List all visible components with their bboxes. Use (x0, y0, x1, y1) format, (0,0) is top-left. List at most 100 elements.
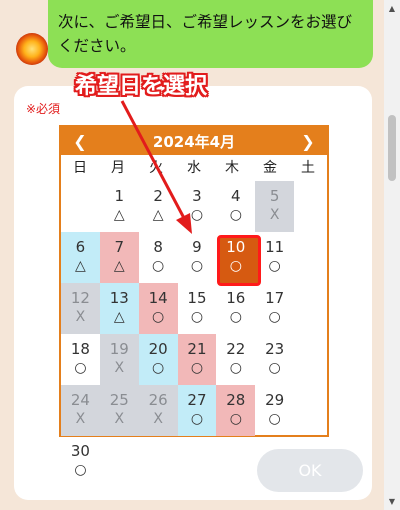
day-cell[interactable]: 17 ○ (255, 283, 294, 334)
date-picker-card: ※必須 ❮ 2024年4月 ❯ 日月火水木金土 1 △ 2 △ 3 ○ 4 ○ 5 X 6 △ 7 △ 8 ○… (14, 86, 372, 500)
availability-mark: △ (113, 258, 125, 274)
availability-mark: ○ (268, 360, 281, 376)
availability-mark: △ (113, 207, 125, 223)
day-number: 5 (269, 187, 280, 205)
weekday-header: 土 (301, 160, 315, 176)
day-number: 16 (226, 289, 246, 307)
ok-button[interactable]: OK (257, 449, 363, 492)
day-number: 30 (70, 442, 90, 460)
day-cell: 19 X (99, 334, 139, 385)
weekday-header: 水 (187, 160, 201, 176)
day-number: 22 (226, 340, 246, 358)
availability-mark: △ (152, 207, 164, 223)
day-cell[interactable]: 7 △ (99, 232, 139, 283)
day-number: 7 (114, 238, 125, 256)
availability-mark: ○ (190, 411, 204, 427)
bot-avatar (16, 33, 48, 65)
weekday-header: 木 (225, 160, 239, 176)
weekday-header: 月 (111, 160, 125, 176)
scrollbar[interactable]: ▲ ▼ (384, 0, 400, 510)
availability-mark: ○ (268, 411, 281, 427)
day-number: 4 (231, 187, 241, 205)
day-cell[interactable]: 8 ○ (139, 232, 178, 283)
day-number: 6 (75, 238, 86, 256)
day-cell[interactable]: 23 ○ (255, 334, 294, 385)
scroll-down-icon[interactable]: ▼ (387, 497, 397, 506)
required-label: ※必須 (26, 102, 61, 116)
day-number: 13 (109, 289, 129, 307)
day-cell[interactable]: 6 △ (61, 232, 100, 283)
day-cell[interactable]: 30 ○ (61, 436, 100, 487)
availability-mark: ○ (268, 258, 281, 274)
availability-mark: ○ (229, 360, 242, 376)
day-number: 20 (148, 340, 168, 358)
weekday-header: 日 (73, 160, 87, 176)
day-cell[interactable]: 3 ○ (178, 181, 217, 232)
day-cell: 5X (255, 181, 295, 232)
availability-mark: ○ (190, 207, 204, 223)
day-cell[interactable]: 4 ○ (216, 181, 255, 232)
availability-mark: X (153, 411, 163, 427)
day-cell[interactable]: 27 ○ (177, 385, 217, 436)
day-number: 10 (226, 238, 246, 256)
day-number: 1 (114, 187, 125, 205)
day-cell[interactable]: 2 △ (139, 181, 178, 232)
weekday-row: 日月火水木金土 (61, 155, 327, 181)
selected-day-cell[interactable]: 10 ○ (216, 232, 262, 286)
day-cell: 25 X (99, 385, 139, 436)
availability-mark: ○ (229, 411, 242, 427)
day-number: 23 (265, 340, 285, 358)
availability-mark: ○ (190, 309, 204, 325)
message-bubble: 次に、ご希望日、ご希望レッスンをお選びください。 (48, 0, 373, 68)
day-number: 15 (187, 289, 207, 307)
day-cell[interactable]: 20 ○ (138, 334, 178, 385)
day-number: 3 (192, 187, 202, 205)
day-cell[interactable]: 22 ○ (216, 334, 255, 385)
next-month-button[interactable]: ❯ (299, 132, 317, 151)
weekday-header: 金 (263, 160, 277, 176)
day-cell[interactable]: 14 ○ (138, 283, 178, 334)
day-number: 19 (109, 340, 129, 358)
day-cell[interactable]: 18 ○ (61, 334, 100, 385)
availability-mark: X (75, 309, 86, 325)
scroll-thumb[interactable] (388, 115, 396, 181)
availability-mark: △ (113, 309, 125, 325)
empty-day-cell (61, 181, 100, 232)
day-number: 21 (187, 340, 207, 358)
day-cell[interactable]: 15 ○ (178, 283, 217, 334)
availability-mark: X (114, 411, 125, 427)
calendar-title: 2024年4月 (152, 132, 236, 151)
availability-mark: ○ (229, 258, 242, 274)
day-cell: 12 X (61, 283, 100, 334)
day-grid: 1 △ 2 △ 3 ○ 4 ○ 5 X 6 △ 7 △ 8 ○ 9 ○ 10 ○ 11 ○ 12 X 13 △ 14 ○ 15 ○ 16 ○ 1… (61, 181, 327, 487)
scroll-up-icon[interactable]: ▲ (387, 4, 397, 13)
availability-mark: X (114, 360, 125, 376)
message-text: 次に、ご希望日、ご希望レッスンをお選びください。 (58, 13, 353, 55)
day-number: 18 (70, 340, 90, 358)
day-cell[interactable]: 28 ○ (216, 385, 256, 436)
calendar-header: ❮ 2024年4月 ❯ (61, 127, 327, 155)
weekday-header: 火 (149, 160, 163, 176)
prev-month-button[interactable]: ❮ (71, 132, 89, 151)
availability-mark: ○ (74, 360, 87, 376)
availability-mark: ○ (190, 360, 204, 376)
day-cell[interactable]: 1 △ (100, 181, 139, 232)
day-number: 17 (265, 289, 285, 307)
day-cell[interactable]: 29 ○ (255, 385, 294, 436)
availability-mark: X (269, 207, 280, 223)
day-cell[interactable]: 13 △ (99, 283, 139, 334)
day-number: 28 (226, 391, 246, 409)
availability-mark: ○ (152, 309, 165, 325)
day-number: 8 (153, 238, 163, 256)
day-cell[interactable]: 16 ○ (216, 283, 255, 334)
availability-mark: ○ (74, 462, 87, 478)
day-cell[interactable]: 11 ○ (255, 232, 294, 283)
day-cell[interactable]: 9 ○ (178, 232, 217, 283)
day-cell[interactable]: 21 ○ (177, 334, 217, 385)
day-number: 29 (265, 391, 285, 409)
day-number: 11 (265, 238, 285, 256)
day-number: 27 (187, 391, 207, 409)
day-cell: 24 X (61, 385, 100, 436)
availability-mark: ○ (152, 360, 165, 376)
day-number: 12 (70, 289, 90, 307)
